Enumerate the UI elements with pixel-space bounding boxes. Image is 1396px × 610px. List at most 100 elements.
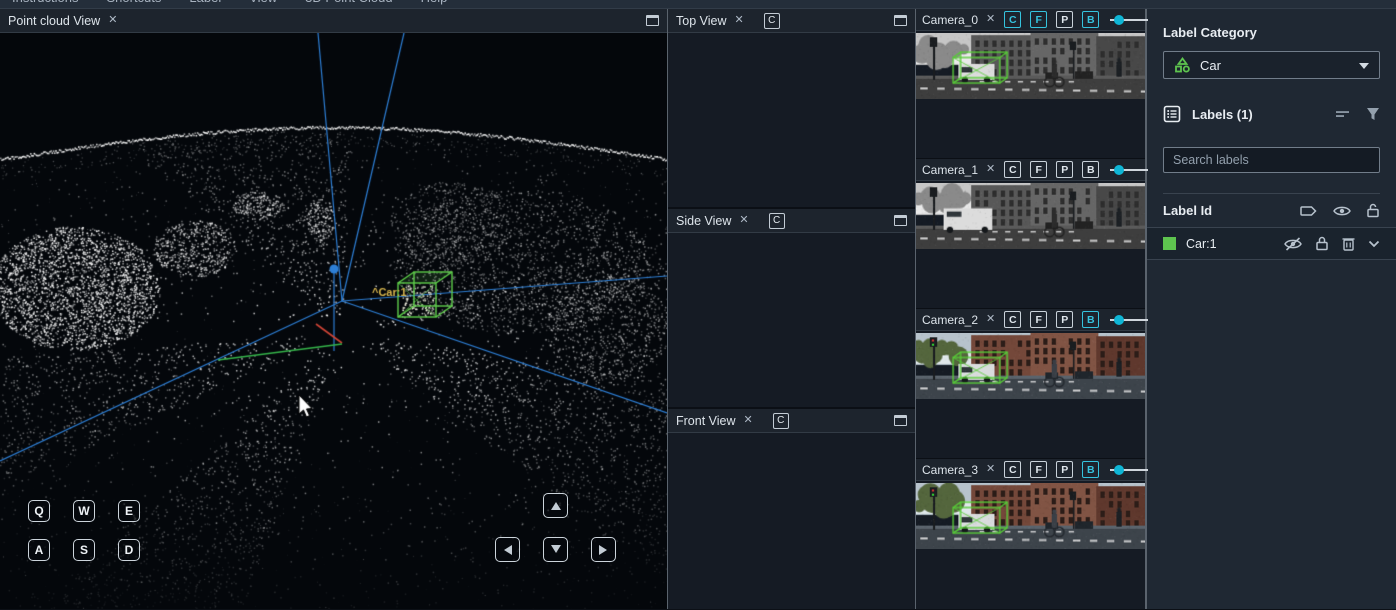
camera_1-title: Camera_1 — [922, 163, 978, 177]
label-category-heading: Label Category — [1163, 25, 1380, 40]
opacity-slider[interactable] — [1110, 319, 1148, 321]
labels-section-title: Labels (1) — [1192, 107, 1253, 122]
camera_3-panel: Camera_3✕CFPB — [916, 459, 1145, 609]
slider-handle[interactable] — [1114, 165, 1124, 175]
top-view-viewport[interactable] — [668, 33, 915, 207]
trash-icon[interactable] — [1342, 236, 1355, 251]
camera-mode-button-b[interactable]: B — [1082, 461, 1099, 478]
camera-mode-button-p[interactable]: P — [1056, 11, 1073, 28]
point-cloud-canvas[interactable] — [0, 33, 667, 609]
front-view-viewport[interactable] — [668, 433, 915, 609]
slider-handle[interactable] — [1114, 315, 1124, 325]
camera_2-title: Camera_2 — [922, 313, 978, 327]
camera-image[interactable] — [916, 33, 1145, 99]
close-icon[interactable]: ✕ — [735, 15, 744, 26]
camera-mode-button-p[interactable]: P — [1056, 311, 1073, 328]
chevron-down-icon — [1359, 63, 1369, 74]
point-cloud-header: Point cloud View ✕ — [0, 9, 667, 33]
camera-mode-button-p[interactable]: P — [1056, 161, 1073, 178]
opacity-slider[interactable] — [1110, 19, 1148, 21]
camera-mode-button-b[interactable]: B — [1082, 311, 1099, 328]
close-icon[interactable]: ✕ — [986, 14, 995, 25]
category-shapes-icon — [1174, 57, 1191, 74]
tag-icon[interactable] — [1300, 204, 1318, 218]
eye-icon[interactable] — [1333, 205, 1351, 217]
camera-image[interactable] — [916, 183, 1145, 249]
side-view-panel: Side View ✕ C — [668, 209, 915, 409]
opacity-slider[interactable] — [1110, 169, 1148, 171]
camera-mode-button-c[interactable]: C — [1004, 461, 1021, 478]
opacity-slider[interactable] — [1110, 469, 1148, 471]
camera_0-body — [916, 99, 1145, 158]
camera-mode-button-f[interactable]: F — [1030, 311, 1047, 328]
camera-toggle-button[interactable]: C — [773, 413, 789, 429]
camera-mode-button-b[interactable]: B — [1082, 161, 1099, 178]
key-button-d[interactable]: D — [118, 539, 140, 561]
arrow-down-button[interactable] — [543, 537, 568, 562]
search-labels-input[interactable] — [1163, 147, 1380, 173]
point-cloud-viewport: Q W E A S D — [0, 33, 667, 609]
camera-mode-button-c[interactable]: C — [1004, 11, 1021, 28]
arrow-right-icon — [599, 545, 612, 555]
camera-image[interactable] — [916, 483, 1145, 549]
label-sidebar: Label Category Car Labels (1) — [1146, 9, 1396, 609]
camera-toggle-button[interactable]: C — [764, 13, 780, 29]
camera_0-header: Camera_0✕CFPB — [916, 9, 1145, 31]
slider-handle[interactable] — [1114, 465, 1124, 475]
maximize-icon[interactable] — [894, 415, 907, 426]
arrow-right-button[interactable] — [591, 537, 616, 562]
maximize-icon[interactable] — [646, 15, 659, 26]
funnel-icon[interactable] — [1366, 107, 1380, 121]
side-view-title: Side View — [676, 214, 731, 228]
menu-item-label[interactable]: Label — [189, 0, 221, 7]
close-icon[interactable]: ✕ — [986, 464, 995, 475]
unlock-icon[interactable] — [1366, 203, 1380, 218]
camera-mode-button-p[interactable]: P — [1056, 461, 1073, 478]
eye-off-icon[interactable] — [1284, 237, 1302, 251]
menu-item-shortcuts[interactable]: Shortcuts — [106, 0, 161, 7]
arrow-left-button[interactable] — [495, 537, 520, 562]
label-category-select[interactable]: Car — [1163, 51, 1380, 79]
label-id-title: Label Id — [1163, 203, 1212, 218]
workspace: Point cloud View ✕ QWEASD Top View✕CSide… — [0, 9, 1396, 609]
label-category-value: Car — [1200, 58, 1221, 73]
key-button-e[interactable]: E — [118, 500, 140, 522]
front-view-title: Front View — [676, 414, 736, 428]
camera_1-header: Camera_1 ✕ CFPB — [916, 159, 1145, 181]
arrow-up-button[interactable] — [543, 493, 568, 518]
close-icon[interactable]: ✕ — [744, 415, 753, 426]
close-icon[interactable]: ✕ — [986, 314, 995, 325]
key-button-q[interactable]: Q — [28, 500, 50, 522]
camera-mode-button-f[interactable]: F — [1030, 11, 1047, 28]
camera_2-panel: Camera_2 ✕ CFPB — [916, 309, 1145, 459]
sort-icon[interactable] — [1335, 107, 1351, 121]
camera-mode-button-f[interactable]: F — [1030, 161, 1047, 178]
key-button-s[interactable]: S — [73, 539, 95, 561]
close-icon[interactable]: ✕ — [739, 215, 748, 226]
menu-item-help[interactable]: Help — [421, 0, 448, 7]
lock-icon[interactable] — [1315, 236, 1329, 251]
label-row[interactable]: Car:1 — [1147, 228, 1396, 260]
camera_1-body — [916, 249, 1145, 308]
maximize-icon[interactable] — [894, 215, 907, 226]
camera-mode-button-b[interactable]: B — [1082, 11, 1099, 28]
chevron-down-icon[interactable] — [1368, 240, 1380, 248]
camera-mode-button-c[interactable]: C — [1004, 161, 1021, 178]
key-button-a[interactable]: A — [28, 539, 50, 561]
slider-handle[interactable] — [1114, 15, 1124, 25]
point-cloud-title: Point cloud View — [8, 14, 100, 28]
camera-mode-button-f[interactable]: F — [1030, 461, 1047, 478]
menu-item-3d-point-cloud[interactable]: 3D Point Cloud — [305, 0, 392, 7]
camera-mode-button-c[interactable]: C — [1004, 311, 1021, 328]
labels-list-icon — [1163, 105, 1181, 123]
camera-toggle-button[interactable]: C — [769, 213, 785, 229]
camera-image[interactable] — [916, 333, 1145, 399]
key-button-w[interactable]: W — [73, 500, 95, 522]
close-icon[interactable]: ✕ — [986, 164, 995, 175]
front-view-header: Front View ✕ C — [668, 409, 915, 433]
close-icon[interactable]: ✕ — [108, 15, 117, 26]
menu-item-instructions[interactable]: Instructions — [12, 0, 78, 7]
side-view-viewport[interactable] — [668, 233, 915, 407]
menu-item-view[interactable]: View — [249, 0, 277, 7]
maximize-icon[interactable] — [894, 15, 907, 26]
